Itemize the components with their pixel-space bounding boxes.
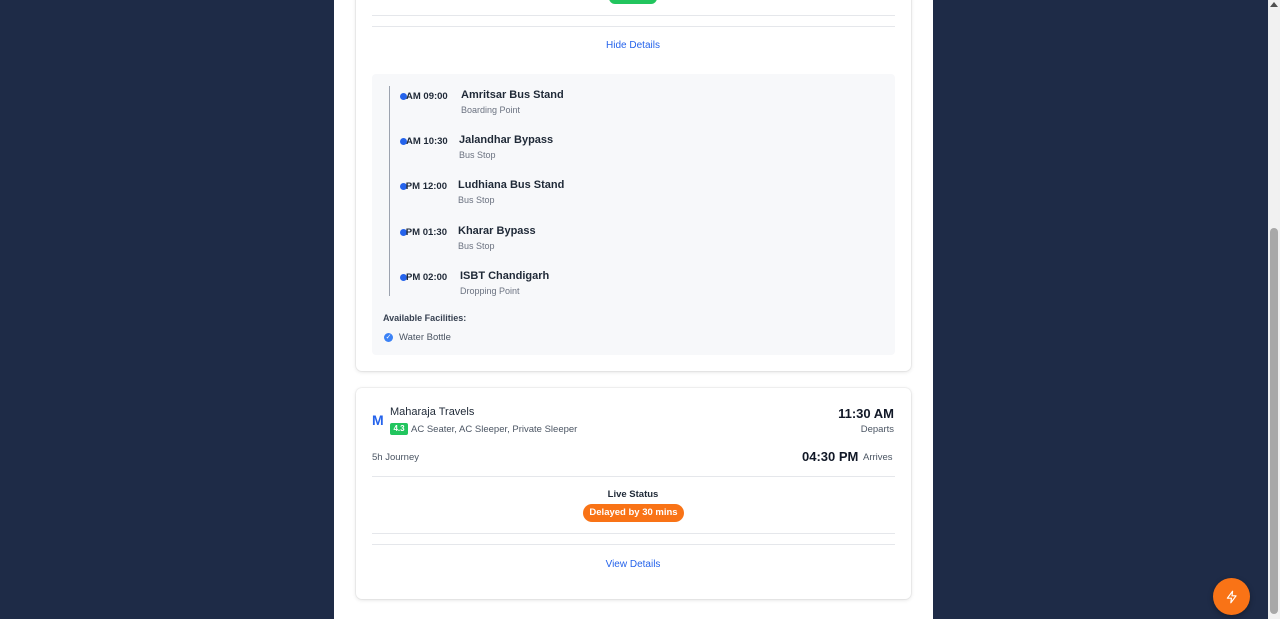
stop-type: Bus Stop — [458, 195, 495, 205]
operator-logo: M — [372, 412, 384, 428]
lightning-icon — [1226, 590, 1237, 603]
departure-time: 11:30 AM — [838, 406, 894, 421]
stop-name: ISBT Chandigarh — [460, 270, 550, 282]
rating-badge: 4.3 — [390, 423, 408, 435]
stop-name: Kharar Bypass — [458, 225, 536, 237]
page-scrollbar[interactable] — [1268, 0, 1280, 619]
arrival-label: Arrives — [863, 452, 893, 463]
stop-name: Jalandhar Bypass — [459, 134, 554, 146]
facilities-title: Available Facilities: — [383, 313, 467, 323]
scroll-up-arrow-icon[interactable] — [1270, 2, 1278, 7]
live-status-badge: Delayed by 30 mins — [583, 504, 684, 522]
divider — [372, 26, 895, 27]
status-badge — [609, 0, 657, 4]
departure-label: Departs — [860, 424, 894, 435]
stop-time: 01:30 PM — [406, 227, 447, 238]
stop-type: Dropping Point — [460, 286, 520, 296]
hide-details-link[interactable]: Hide Details — [583, 40, 683, 51]
timeline-line — [389, 86, 390, 296]
stop-time: 09:00 AM — [406, 91, 448, 102]
stop-name: Amritsar Bus Stand — [461, 89, 564, 101]
divider — [372, 544, 895, 545]
stop-time: 02:00 PM — [406, 272, 448, 283]
bus-types: AC Seater, AC Sleeper, Private Sleeper — [411, 424, 578, 435]
check-circle-icon: ✓ — [384, 333, 393, 342]
live-status-title: Live Status — [607, 489, 659, 500]
quick-action-button[interactable] — [1213, 578, 1250, 615]
stop-name: Ludhiana Bus Stand — [458, 179, 565, 191]
divider — [372, 533, 895, 534]
stop-type: Bus Stop — [459, 150, 496, 160]
view-details-link[interactable]: View Details — [583, 559, 683, 570]
operator-name: Maharaja Travels — [390, 406, 475, 418]
stop-type: Bus Stop — [458, 241, 495, 251]
arrival-time: 04:30 PM — [802, 449, 859, 464]
scroll-thumb[interactable] — [1270, 228, 1278, 614]
journey-duration: 5h Journey — [372, 452, 420, 463]
facility-label: Water Bottle — [399, 332, 451, 343]
divider — [372, 476, 895, 477]
divider — [372, 15, 895, 16]
stop-time: 12:00 PM — [406, 181, 447, 192]
stop-type: Boarding Point — [461, 105, 521, 115]
stop-time: 10:30 AM — [406, 136, 448, 147]
